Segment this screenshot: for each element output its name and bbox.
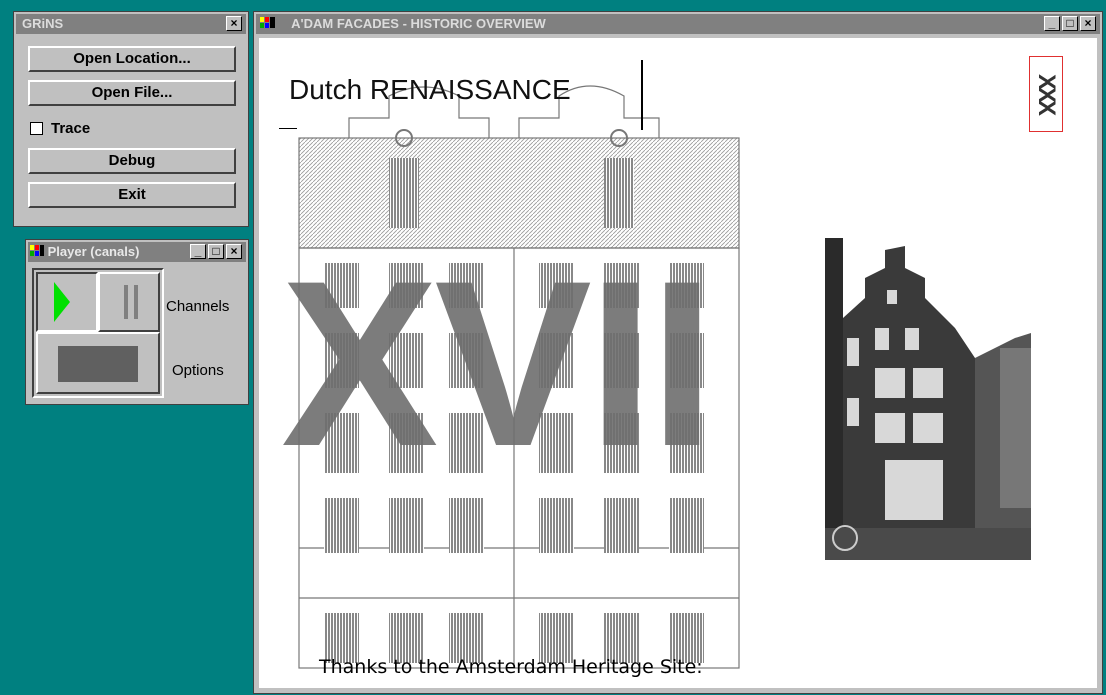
- debug-button[interactable]: Debug: [28, 148, 236, 174]
- open-file-button[interactable]: Open File...: [28, 80, 236, 106]
- grins-title: GRiNS: [22, 16, 64, 31]
- open-location-button[interactable]: Open Location...: [28, 46, 236, 72]
- play-icon: [54, 282, 70, 322]
- dash-mark: [279, 128, 297, 129]
- stop-button[interactable]: [36, 332, 160, 394]
- player-title: Player (canals): [47, 244, 140, 259]
- trace-checkbox-row[interactable]: Trace: [30, 118, 90, 138]
- maximize-icon[interactable]: □: [1062, 16, 1078, 31]
- pause-button[interactable]: [98, 272, 160, 332]
- text-cursor: [641, 60, 643, 130]
- credit-caption: Thanks to the Amsterdam Heritage Site:: [319, 656, 703, 678]
- building-photo: [825, 238, 1031, 560]
- presentation-title: A'DAM FACADES - HISTORIC OVERVIEW: [291, 16, 546, 31]
- player-window: Player (canals) _ □ × Channels Options: [25, 239, 249, 405]
- logo-text: XXX: [1033, 74, 1060, 114]
- close-icon[interactable]: ×: [226, 244, 242, 259]
- minimize-icon[interactable]: _: [190, 244, 206, 259]
- trace-checkbox[interactable]: [30, 121, 43, 135]
- amsterdam-logo: XXX: [1029, 56, 1063, 132]
- heading-text: Dutch RENAISSANCE: [289, 74, 571, 105]
- close-icon[interactable]: ×: [226, 16, 242, 31]
- app-icon: [30, 243, 44, 262]
- close-icon[interactable]: ×: [1080, 16, 1096, 31]
- options-button[interactable]: Options: [172, 362, 224, 379]
- stop-icon: [58, 346, 138, 382]
- presentation-titlebar[interactable]: A'DAM FACADES - HISTORIC OVERVIEW: [256, 14, 1100, 34]
- trace-label: Trace: [51, 119, 91, 137]
- presentation-canvas: Dutch RENAISSANCE XVII XXX Thanks to the…: [259, 38, 1097, 688]
- minimize-icon[interactable]: _: [1044, 16, 1060, 31]
- app-icon: [260, 15, 276, 34]
- grins-window: GRiNS × Open Location... Open File... Tr…: [13, 11, 249, 227]
- channels-button[interactable]: Channels: [166, 298, 229, 315]
- transport-panel: [32, 268, 164, 398]
- grins-titlebar[interactable]: GRiNS: [16, 14, 246, 34]
- presentation-window: A'DAM FACADES - HISTORIC OVERVIEW _ □ ×: [253, 11, 1103, 694]
- century-watermark: XVII: [281, 232, 715, 496]
- maximize-icon[interactable]: □: [208, 244, 224, 259]
- exit-button[interactable]: Exit: [28, 182, 236, 208]
- pause-icon: [124, 285, 138, 319]
- play-button[interactable]: [36, 272, 98, 332]
